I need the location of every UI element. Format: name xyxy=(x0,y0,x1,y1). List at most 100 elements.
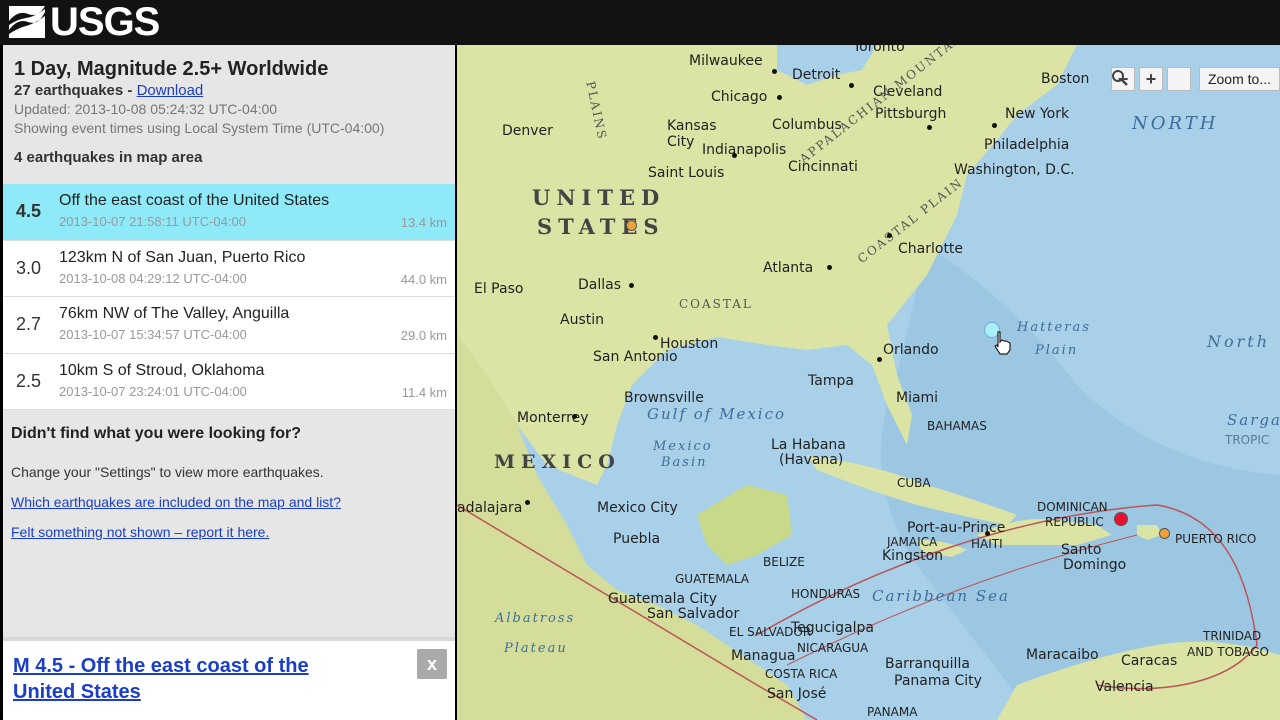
city-marker xyxy=(629,283,634,288)
earthquake-marker[interactable] xyxy=(626,220,637,231)
map-view[interactable]: Toronto Milwaukee Detroit Boston Chicago… xyxy=(457,45,1280,720)
depth: 29.0 km xyxy=(400,328,447,343)
map-label-panama-city: Panama City xyxy=(894,673,982,689)
city-marker xyxy=(827,265,832,270)
depth: 13.4 km xyxy=(400,215,447,230)
map-label-austin: Austin xyxy=(560,312,604,328)
map-label-mexico-basin-1: Mexico xyxy=(653,439,713,454)
map-label-tropic: TROPIC xyxy=(1225,433,1270,447)
earthquake-row[interactable]: 2.5 10km S of Stroud, Oklahoma 2013-10-0… xyxy=(3,353,455,410)
map-label-mexico: MEXICO xyxy=(494,451,621,473)
map-label-jamaica: JAMAICA xyxy=(887,535,938,549)
map-label-saint-louis: Saint Louis xyxy=(648,165,725,181)
map-label-kansas: Kansas xyxy=(667,118,717,134)
usgs-logo[interactable]: USGS xyxy=(8,0,160,44)
map-label-cincinnati: Cincinnati xyxy=(788,159,858,175)
map-label-guatemala-city: Guatemala City xyxy=(608,591,717,607)
city-marker xyxy=(877,357,882,362)
map-controls: − + Zoom to... xyxy=(1110,67,1280,91)
map-label-monterrey: Monterrey xyxy=(517,410,589,426)
map-label-valencia: Valencia xyxy=(1095,679,1154,695)
city-marker xyxy=(927,125,932,130)
map-label-and-tobago: AND TOBAGO xyxy=(1187,645,1269,659)
earthquake-row[interactable]: 2.7 76km NW of The Valley, Anguilla 2013… xyxy=(3,297,455,354)
map-label-miami: Miami xyxy=(896,390,939,406)
map-label-panama: PANAMA xyxy=(867,705,918,719)
event-time: 2013-10-07 23:24:01 UTC-04:00 xyxy=(59,383,247,399)
included-earthquakes-link[interactable]: Which earthquakes are included on the ma… xyxy=(11,494,451,510)
earthquake-row[interactable]: 3.0 123km N of San Juan, Puerto Rico 201… xyxy=(3,240,455,297)
hand-cursor-icon xyxy=(994,331,1011,355)
map-label-tegucigalpa: Tegucigalpa xyxy=(791,620,874,636)
location: 76km NW of The Valley, Anguilla xyxy=(59,305,290,322)
map-label-kingston: Kingston xyxy=(882,548,944,564)
count-text: 27 earthquakes - xyxy=(14,82,137,99)
event-time: 2013-10-07 15:34:57 UTC-04:00 xyxy=(59,327,247,342)
updated-time: Updated: 2013-10-08 05:24:32 UTC-04:00 xyxy=(14,101,278,117)
earthquake-marker[interactable] xyxy=(1114,512,1128,526)
map-label-cuba: CUBA xyxy=(897,476,931,490)
city-marker xyxy=(525,500,530,505)
zoom-to-dropdown[interactable]: Zoom to... xyxy=(1198,67,1280,91)
map-label-republic: REPUBLIC xyxy=(1045,515,1104,529)
map-label-new-york: New York xyxy=(1005,106,1070,122)
basemap xyxy=(457,45,1280,720)
map-label-chicago: Chicago xyxy=(711,89,768,105)
report-felt-link[interactable]: Felt something not shown – report it her… xyxy=(11,524,451,540)
map-label-brownsville: Brownsville xyxy=(624,390,704,406)
map-label-guadalajara: adalajara xyxy=(457,500,523,516)
map-label-guatemala: GUATEMALA xyxy=(675,572,750,586)
search-icon xyxy=(1111,70,1128,86)
earthquake-count: 27 earthquakes - Download xyxy=(14,81,445,100)
map-label-el-paso: El Paso xyxy=(474,281,524,297)
city-marker xyxy=(572,414,577,419)
map-label-boston: Boston xyxy=(1041,71,1090,87)
download-link[interactable]: Download xyxy=(137,82,204,99)
zoom-in-button[interactable]: + xyxy=(1138,67,1163,91)
depth: 44.0 km xyxy=(400,271,447,287)
map-label-washington: Washington, D.C. xyxy=(954,162,1075,178)
close-button[interactable]: x xyxy=(417,649,447,679)
map-label-hatteras: Hatteras xyxy=(1017,320,1091,335)
magnitude: 2.5 xyxy=(16,370,42,391)
city-marker xyxy=(992,123,997,128)
map-label-maracaibo: Maracaibo xyxy=(1026,647,1099,663)
city-marker xyxy=(777,95,782,100)
map-label-trinidad: TRINIDAD xyxy=(1203,629,1262,643)
popup-title-link[interactable]: M 4.5 - Off the east coast of the United… xyxy=(13,653,373,705)
map-label-managua: Managua xyxy=(731,648,796,664)
map-label-detroit: Detroit xyxy=(792,67,841,83)
event-time: 2013-10-07 21:58:11 UTC-04:00 xyxy=(59,214,246,229)
map-label-philadelphia: Philadelphia xyxy=(984,137,1070,153)
map-label-albatross: Albatross xyxy=(495,611,576,626)
map-label-costa-rica: COSTA RICA xyxy=(765,667,838,681)
earthquake-sidebar: 1 Day, Magnitude 2.5+ Worldwide 27 earth… xyxy=(3,45,455,720)
city-marker xyxy=(732,153,737,158)
map-label-orlando: Orlando xyxy=(883,342,939,358)
map-label-caribbean-sea: Caribbean Sea xyxy=(872,587,1010,605)
help-title: Didn't find what you were looking for? xyxy=(11,425,302,442)
earthquake-marker[interactable] xyxy=(1159,528,1170,539)
map-label-mexico-city: Mexico City xyxy=(597,500,678,516)
map-label-puerto-rico: PUERTO RICO xyxy=(1175,532,1257,546)
map-label-la-habana: La Habana xyxy=(771,437,846,453)
map-label-mexico-basin-2: Basin xyxy=(661,455,708,470)
help-section: Didn't find what you were looking for? C… xyxy=(11,425,451,540)
earthquake-row[interactable]: 4.5 Off the east coast of the United Sta… xyxy=(3,184,455,241)
map-label-puebla: Puebla xyxy=(613,531,661,547)
list-header: 1 Day, Magnitude 2.5+ Worldwide 27 earth… xyxy=(3,45,455,184)
feed-title: 1 Day, Magnitude 2.5+ Worldwide xyxy=(14,58,329,80)
event-time: 2013-10-08 04:29:12 UTC-04:00 xyxy=(59,270,247,286)
map-label-domingo: Domingo xyxy=(1063,557,1127,573)
map-label-north-atlantic-1: NORTH xyxy=(1132,113,1219,134)
map-label-havana: (Havana) xyxy=(779,452,844,468)
search-button[interactable] xyxy=(1111,67,1191,91)
location: 123km N of San Juan, Puerto Rico xyxy=(59,248,306,266)
city-marker xyxy=(653,335,658,340)
map-label-indianapolis: Indianapolis xyxy=(702,142,787,158)
help-text: Change your "Settings" to view more eart… xyxy=(11,464,324,480)
map-label-tampa: Tampa xyxy=(808,373,854,389)
map-label-santo: Santo xyxy=(1061,542,1102,558)
map-label-plain: Plain xyxy=(1035,343,1079,358)
usgs-logo-text: USGS xyxy=(50,0,160,44)
